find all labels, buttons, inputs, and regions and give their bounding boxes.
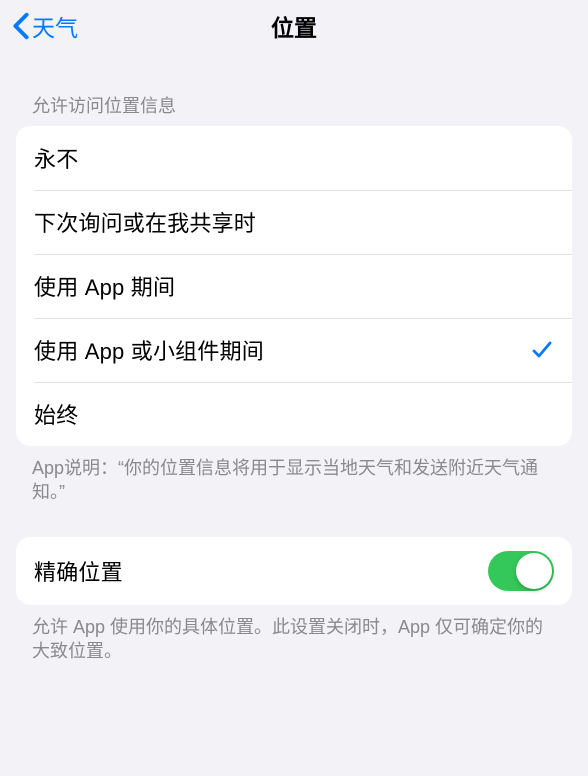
back-label: 天气 [32, 9, 78, 43]
precise-location-toggle[interactable] [488, 551, 554, 591]
option-label: 永不 [34, 142, 78, 174]
option-never[interactable]: 永不 [16, 126, 572, 190]
option-label: 使用 App 或小组件期间 [34, 334, 264, 366]
back-button[interactable]: 天气 [8, 5, 82, 47]
option-always[interactable]: 始终 [16, 382, 572, 446]
precise-section-footer: 允许 App 使用你的具体位置。此设置关闭时，App 仅可确定你的大致位置。 [0, 605, 588, 664]
precise-location-group: 精确位置 [16, 537, 572, 605]
precise-location-label: 精确位置 [34, 555, 123, 587]
checkmark-icon [530, 338, 554, 362]
access-section-footer: App说明：“你的位置信息将用于显示当地天气和发送附近天气通知。” [0, 446, 588, 505]
page-title: 位置 [271, 9, 317, 43]
option-label: 下次询问或在我共享时 [34, 206, 256, 238]
chevron-left-icon [12, 12, 30, 40]
access-section-header: 允许访问位置信息 [0, 52, 588, 126]
option-while-using[interactable]: 使用 App 期间 [16, 254, 572, 318]
option-label: 使用 App 期间 [34, 270, 175, 302]
option-ask[interactable]: 下次询问或在我共享时 [16, 190, 572, 254]
option-while-using-widgets[interactable]: 使用 App 或小组件期间 [16, 318, 572, 382]
access-options-group: 永不 下次询问或在我共享时 使用 App 期间 使用 App 或小组件期间 始终 [16, 126, 572, 446]
navigation-bar: 天气 位置 [0, 0, 588, 52]
option-label: 始终 [34, 398, 78, 430]
switch-knob [516, 553, 552, 589]
precise-location-row[interactable]: 精确位置 [16, 537, 572, 605]
